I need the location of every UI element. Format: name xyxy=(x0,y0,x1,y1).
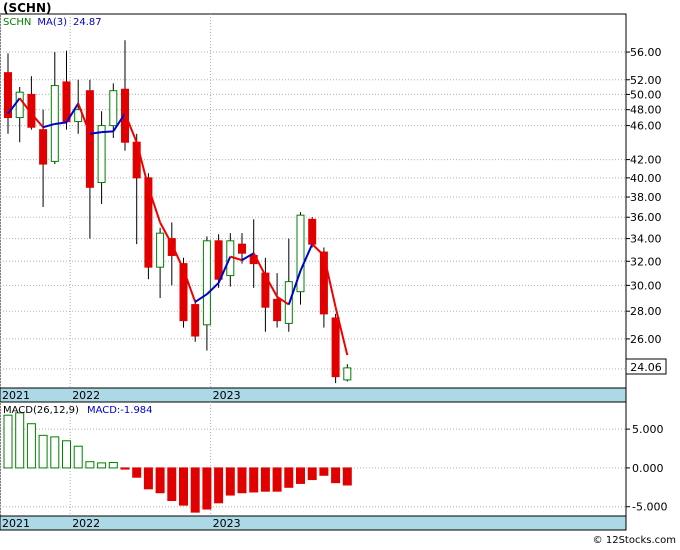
candle-body-down xyxy=(144,177,153,268)
macd-bar-negative xyxy=(331,467,341,484)
macd-bar-negative xyxy=(249,467,259,493)
price-y-tick-label: 28.00 xyxy=(630,305,662,318)
candle-body-down xyxy=(273,298,282,322)
legend-symbol: SCHN xyxy=(3,17,31,28)
price-y-tick-label: 26.00 xyxy=(630,333,662,346)
macd-bar-positive xyxy=(15,412,25,469)
candle-body-down xyxy=(331,317,340,378)
candle-body-down xyxy=(62,81,71,123)
price-y-tick-label: 38.00 xyxy=(630,191,662,204)
macd-x-tick-label: 2021 xyxy=(2,517,30,530)
ma-segment xyxy=(101,130,114,134)
price-y-tick-label: 52.00 xyxy=(630,74,662,87)
price-panel: 56.00 52.0050.00 48.00 46.00 42.00 40.00 38.00… xyxy=(0,13,662,403)
macd-bar-negative xyxy=(225,467,235,496)
macd-bar-negative xyxy=(202,467,212,510)
legend-ma-label: MA(3) xyxy=(37,17,67,28)
macd-bar-positive xyxy=(108,461,118,469)
price-x-tick-label: 2023 xyxy=(213,389,241,402)
candle-body-up xyxy=(97,125,106,184)
macd-x-tick-label: 2022 xyxy=(72,517,100,530)
macd-bar-negative xyxy=(143,467,153,490)
candle-body-down xyxy=(319,251,328,315)
price-x-tick-label: 2022 xyxy=(72,389,100,402)
macd-bar-negative xyxy=(307,467,317,481)
macd-bar-negative xyxy=(319,467,329,476)
macd-legend: MACD(26,12,9) MACD:-1.984 xyxy=(3,405,153,416)
candle-body-down xyxy=(191,304,200,337)
price-y-tick-label: 32.00 xyxy=(630,255,662,268)
candle-body-down xyxy=(308,218,317,245)
macd-bar-positive xyxy=(38,434,48,469)
candle-body-down xyxy=(39,129,48,165)
legend-ma-value: 24.87 xyxy=(73,17,102,28)
candle-body-up xyxy=(109,90,118,127)
macd-bar-negative xyxy=(214,467,224,504)
macd-bar-negative xyxy=(132,467,142,478)
macd-bar-negative xyxy=(342,467,352,486)
candle-body-down xyxy=(238,243,246,254)
macd-bar-negative xyxy=(190,467,200,513)
last-price-label: 24.06 xyxy=(630,361,662,374)
macd-bar-positive xyxy=(97,462,107,469)
candle-body-down xyxy=(85,90,94,188)
macd-bar-negative xyxy=(120,467,130,470)
macd-y-tick-label: 5.000 xyxy=(632,423,664,436)
macd-bar-positive xyxy=(3,414,13,469)
candle-body-up xyxy=(156,232,165,268)
macd-legend-value: MACD:-1.984 xyxy=(87,405,153,416)
macd-legend-label: MACD(26,12,9) xyxy=(3,405,79,416)
macd-plot-frame xyxy=(0,401,627,517)
macd-bar-negative xyxy=(284,467,294,488)
candle-body-up xyxy=(202,240,211,326)
candle-body-up xyxy=(343,367,352,381)
macd-bar-negative xyxy=(237,467,247,494)
chart-canvas: 56.00 52.0050.00 48.00 46.00 42.00 40.00 38.00… xyxy=(0,0,680,546)
macd-panel: 5.000 0.000 -5.000 2021 2022 2023 xyxy=(0,401,667,531)
macd-bar-negative xyxy=(272,467,282,492)
macd-y-tick-label: 0.000 xyxy=(632,462,664,475)
price-y-tick-label: 48.00 xyxy=(630,104,662,117)
candle-body-down xyxy=(132,141,141,179)
chart-title: (SCHN) xyxy=(3,1,52,15)
macd-bar-positive xyxy=(62,440,71,469)
price-y-tick-label: 42.00 xyxy=(630,154,662,167)
macd-bar-positive xyxy=(85,461,95,469)
price-legend: SCHN MA(3) 24.87 xyxy=(3,17,102,28)
macd-bar-negative xyxy=(179,467,188,506)
price-y-tick-label: 50.00 xyxy=(630,88,662,101)
price-y-tick-label: 34.00 xyxy=(630,233,662,246)
macd-bar-negative xyxy=(155,467,165,494)
macd-bar-negative xyxy=(260,467,270,492)
price-y-tick-label: 40.00 xyxy=(630,172,662,185)
candle-body-up xyxy=(15,91,24,119)
watermark: © 12Stocks.com xyxy=(593,535,676,546)
price-y-tick-label: 56.00 xyxy=(630,46,662,59)
macd-bar-positive xyxy=(73,445,83,469)
macd-bar-positive xyxy=(50,436,60,469)
macd-y-tick-label: -5.000 xyxy=(632,501,667,514)
price-y-tick-label: 30.00 xyxy=(630,279,662,292)
price-x-tick-label: 2021 xyxy=(2,389,30,402)
macd-x-tick-label: 2023 xyxy=(213,517,241,530)
price-plot-frame xyxy=(0,13,627,389)
stock-chart: 56.00 52.00 50.00 48.00 46.00 42.00 40.00 38.00… xyxy=(0,0,680,546)
price-y-tick-label: 36.00 xyxy=(630,211,662,224)
price-y-tick-label: 46.00 xyxy=(630,120,662,133)
candle-body-down xyxy=(214,240,223,280)
macd-bar-positive xyxy=(26,423,36,469)
macd-bar-negative xyxy=(167,467,177,501)
macd-bar-negative xyxy=(296,467,305,484)
